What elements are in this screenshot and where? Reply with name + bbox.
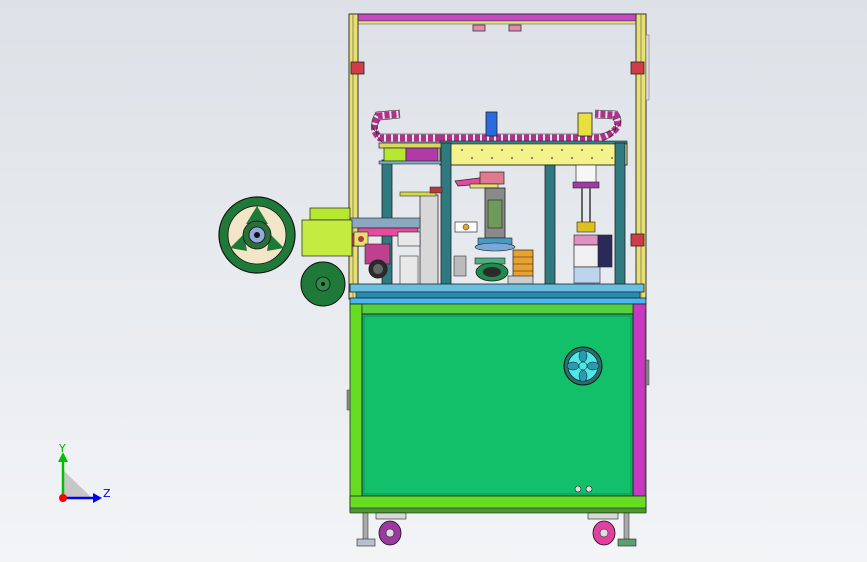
center-mechanism [399,164,613,287]
top-beam-inner [355,20,641,25]
y-axis-label: Y [58,442,66,455]
blue-sensor [485,111,498,137]
corner-connector [630,61,645,75]
base-plate [349,283,645,293]
corner-connector [350,61,365,75]
door-screw [574,485,582,493]
cabinet-left-side [349,303,363,513]
corner-connector [630,233,645,247]
cabinet-door[interactable] [361,313,634,497]
cabinet [346,297,650,514]
fan-icon [563,346,603,386]
cad-viewport[interactable]: Y Z [0,0,867,562]
tape-reel-large [218,196,296,274]
top-bracket-right [508,24,522,32]
yellow-block [577,112,593,137]
z-axis-label: Z [103,487,111,500]
feeder-head [378,142,442,165]
cabinet-right-side [632,303,647,513]
cabinet-top-rail [349,297,647,305]
caster-right [587,512,637,547]
caster-left [356,512,407,547]
top-bracket-left [472,24,486,32]
orientation-triad-icon: Y Z [58,442,111,503]
top-beam [349,13,647,22]
door-screw [585,485,593,493]
tape-reel-small [300,261,346,307]
